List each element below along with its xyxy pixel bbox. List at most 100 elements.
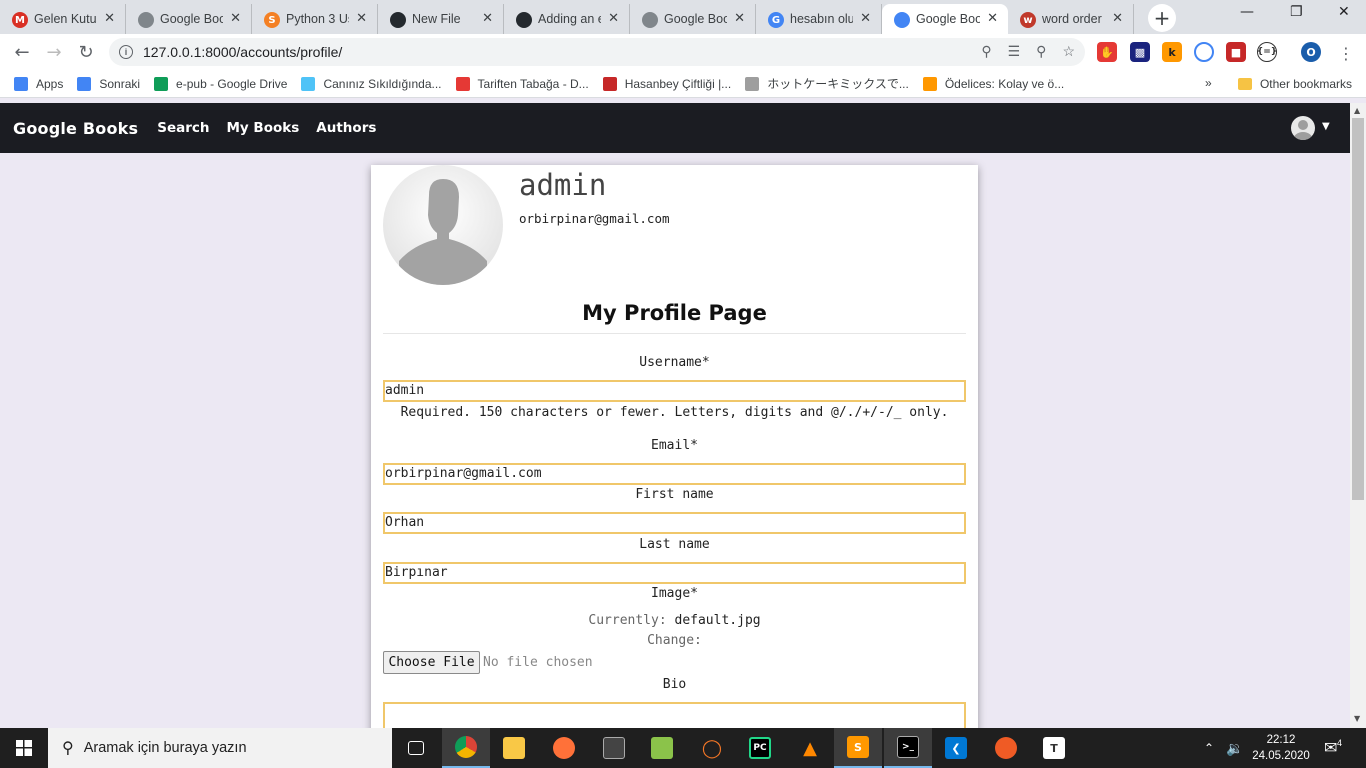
- browser-tab[interactable]: Google Books ✕: [882, 4, 1008, 34]
- reload-icon[interactable]: ↻: [70, 42, 102, 63]
- bookmark-label: Ödelices: Kolay ve ö...: [944, 76, 1065, 91]
- json-ext-icon[interactable]: {=}: [1257, 42, 1277, 62]
- adblock-icon[interactable]: ✋: [1097, 42, 1117, 62]
- nav-my-books-link[interactable]: My Books: [227, 120, 300, 136]
- typora-icon[interactable]: T: [1030, 728, 1078, 768]
- pycharm-icon[interactable]: PC: [736, 728, 784, 768]
- command-prompt-icon[interactable]: >_: [884, 728, 932, 768]
- tab-close-icon[interactable]: ✕: [987, 11, 998, 26]
- scroll-down-arrow-icon[interactable]: ▼: [1354, 714, 1360, 723]
- browser-tab[interactable]: Adding an e ✕: [504, 4, 630, 34]
- analytics-ext-icon[interactable]: ▩: [1130, 42, 1150, 62]
- profile-card: admin orbirpinar@gmail.com My Profile Pa…: [371, 165, 978, 728]
- stackoverflow-icon: S: [264, 12, 280, 28]
- last-name-field[interactable]: Birpınar: [383, 562, 966, 584]
- last-name-label: Last name: [639, 537, 710, 552]
- bookmark-item[interactable]: Tariften Tabağa - D...: [455, 76, 589, 91]
- bookmark-item[interactable]: Hasanbey Çiftliği |...: [602, 76, 731, 91]
- email-field[interactable]: orbirpinar@gmail.com: [383, 463, 966, 485]
- tab-close-icon[interactable]: ✕: [608, 11, 619, 26]
- translate-icon[interactable]: ☰: [1008, 43, 1021, 60]
- vscode-icon[interactable]: ❮: [932, 728, 980, 768]
- bio-field[interactable]: [383, 702, 966, 728]
- start-button[interactable]: [0, 728, 48, 768]
- windows-taskbar: ⚲ Aramak için buraya yazın ◯ PC ▲ S >_ ❮…: [0, 728, 1366, 768]
- browser-tab[interactable]: w word order ✕: [1008, 4, 1134, 34]
- bookmark-label: ホットケーキミックスで...: [767, 77, 909, 91]
- taskbar-search[interactable]: ⚲ Aramak için buraya yazın: [48, 728, 392, 768]
- chrome-ext-icon[interactable]: [1194, 42, 1214, 62]
- choose-file-button[interactable]: Choose File: [383, 651, 480, 674]
- minimize-icon[interactable]: —: [1240, 4, 1254, 20]
- bookmark-item[interactable]: Ödelices: Kolay ve ö...: [922, 76, 1065, 91]
- browser-tab[interactable]: M Gelen Kutusu ✕: [0, 4, 126, 34]
- tab-close-icon[interactable]: ✕: [482, 11, 493, 26]
- site-info-icon[interactable]: i: [119, 45, 133, 59]
- other-bookmarks[interactable]: Other bookmarks: [1237, 77, 1352, 91]
- user-menu-caret-icon[interactable]: ▼: [1322, 121, 1330, 132]
- tab-title: Google Books: [916, 12, 980, 26]
- username-field[interactable]: admin: [383, 380, 966, 402]
- task-view-icon[interactable]: [392, 728, 440, 768]
- browser-tab[interactable]: New File ✕: [378, 4, 504, 34]
- default-avatar-icon: [399, 179, 487, 285]
- firefox-icon[interactable]: [540, 728, 588, 768]
- key-icon[interactable]: ⚲: [981, 43, 991, 60]
- back-arrow-icon[interactable]: ←: [6, 42, 38, 63]
- tab-title: word order: [1042, 12, 1102, 26]
- address-bar[interactable]: i 127.0.0.1:8000/accounts/profile/ ⚲ ☰ ⚲…: [109, 38, 1085, 66]
- browser-tab[interactable]: Google Books ✕: [126, 4, 252, 34]
- taskbar-clock[interactable]: 22:12 24.05.2020: [1252, 732, 1310, 764]
- close-window-icon[interactable]: ✕: [1338, 4, 1350, 20]
- volume-icon[interactable]: 🔉: [1226, 728, 1243, 768]
- url-text: 127.0.0.1:8000/accounts/profile/: [143, 44, 343, 60]
- notepad-plus-icon[interactable]: [638, 728, 686, 768]
- new-tab-button[interactable]: +: [1148, 4, 1176, 32]
- keepa-ext-icon[interactable]: k: [1162, 42, 1182, 62]
- forward-arrow-icon[interactable]: →: [38, 42, 70, 63]
- bookmark-item[interactable]: e-pub - Google Drive: [154, 76, 287, 91]
- bookmark-item[interactable]: Apps: [14, 76, 63, 91]
- username-help-text: Required. 150 characters or fewer. Lette…: [400, 405, 949, 420]
- browser-tab[interactable]: Ghesabın olu ✕: [756, 4, 882, 34]
- user-avatar[interactable]: [1291, 116, 1315, 140]
- scroll-up-arrow-icon[interactable]: ▲: [1354, 106, 1360, 115]
- bookmark-item[interactable]: Canınız Sıkıldığında...: [301, 76, 442, 91]
- file-explorer-icon[interactable]: [490, 728, 538, 768]
- browser-tab[interactable]: S Python 3 Us ✕: [252, 4, 378, 34]
- tray-chevron-icon[interactable]: ⌃: [1204, 728, 1214, 768]
- jupyter-icon[interactable]: ◯: [688, 728, 736, 768]
- nav-search-link[interactable]: Search: [157, 120, 209, 136]
- zoom-icon[interactable]: ⚲: [1036, 43, 1046, 60]
- tab-close-icon[interactable]: ✕: [1112, 11, 1123, 26]
- sublime-text-icon[interactable]: S: [834, 728, 882, 768]
- tab-close-icon[interactable]: ✕: [104, 11, 115, 26]
- tab-close-icon[interactable]: ✕: [860, 11, 871, 26]
- profile-avatar-icon[interactable]: O: [1301, 42, 1321, 62]
- bookmark-item[interactable]: ホットケーキミックスで...: [745, 75, 909, 92]
- menu-kebab-icon[interactable]: ⋮: [1338, 44, 1354, 63]
- bookmarks-overflow-icon[interactable]: »: [1205, 76, 1212, 90]
- bookmark-label: Sonraki: [99, 76, 141, 91]
- scrollbar-thumb[interactable]: [1352, 118, 1364, 500]
- chrome-taskbar-icon[interactable]: [442, 728, 490, 768]
- terminal-window-icon[interactable]: [590, 728, 638, 768]
- browser-tab[interactable]: Google Books ✕: [630, 4, 756, 34]
- tab-close-icon[interactable]: ✕: [230, 11, 241, 26]
- bookmark-item[interactable]: Sonraki: [77, 76, 141, 91]
- bookmark-star-icon[interactable]: ☆: [1062, 43, 1075, 60]
- tab-close-icon[interactable]: ✕: [734, 11, 745, 26]
- tab-title: Gelen Kutusu: [34, 12, 97, 26]
- nav-authors-link[interactable]: Authors: [316, 120, 376, 136]
- first-name-field[interactable]: Orhan: [383, 512, 966, 534]
- current-image-link[interactable]: default.jpg: [675, 613, 761, 628]
- reader-ext-icon[interactable]: ■: [1226, 42, 1246, 62]
- restore-icon[interactable]: ❐: [1290, 4, 1303, 20]
- tab-close-icon[interactable]: ✕: [356, 11, 367, 26]
- site-brand[interactable]: Google Books: [13, 119, 138, 138]
- vlc-icon[interactable]: ▲: [786, 728, 834, 768]
- first-name-label: First name: [635, 487, 714, 502]
- postman-icon[interactable]: [982, 728, 1030, 768]
- google-icon: G: [768, 12, 784, 28]
- notifications-icon[interactable]: ✉: [1324, 728, 1337, 768]
